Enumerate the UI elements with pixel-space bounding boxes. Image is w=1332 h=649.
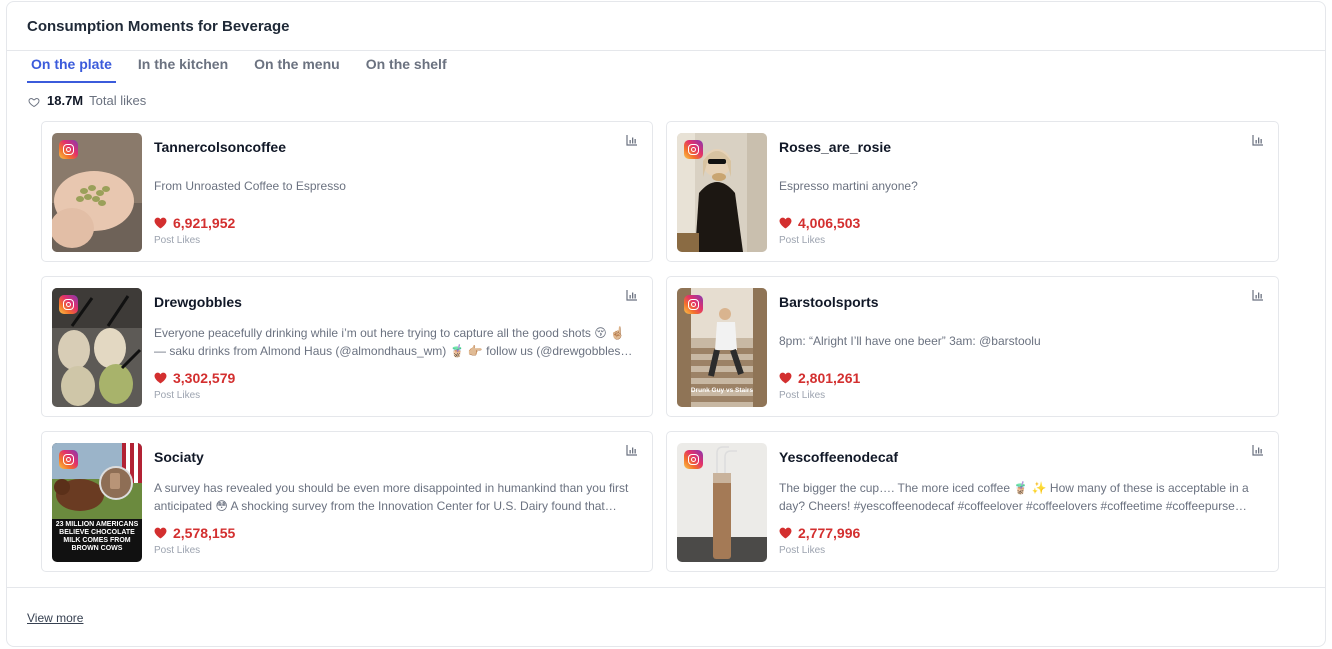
heart-outline-icon: [28, 97, 40, 107]
post-author[interactable]: Drewgobbles: [154, 294, 636, 312]
bar-chart-icon[interactable]: [626, 289, 638, 301]
post-likes-row: 2,777,996: [779, 525, 860, 541]
post-likes-count: 2,578,155: [173, 525, 236, 541]
post-description: 8pm: “Alright I’ll have one beer” 3am: @…: [779, 334, 1041, 348]
instagram-icon: [59, 140, 78, 159]
post-thumbnail[interactable]: [677, 443, 767, 562]
post-description: From Unroasted Coffee to Espresso: [154, 179, 346, 193]
heart-icon: [779, 217, 792, 229]
total-likes-value: 18.7M: [47, 92, 84, 108]
post-likes-count: 4,006,503: [798, 215, 861, 231]
post-description: A survey has revealed you should be even…: [154, 481, 629, 513]
tab-on-the-plate[interactable]: On the plate: [27, 51, 116, 83]
post-card[interactable]: Tannercolsoncoffee From Unroasted Coffee…: [41, 121, 653, 262]
posts-grid: Tannercolsoncoffee From Unroasted Coffee…: [41, 121, 1279, 572]
post-likes-row: 3,302,579: [154, 370, 235, 386]
post-card[interactable]: 23 MILLION AMERICANS BELIEVE CHOCOLATE M…: [41, 431, 653, 572]
post-likes-row: 4,006,503: [779, 215, 860, 231]
heart-icon: [154, 527, 167, 539]
tab-bar: On the plate In the kitchen On the menu …: [7, 51, 1325, 83]
post-description: Espresso martini anyone?: [779, 179, 918, 193]
post-likes-count: 6,921,952: [173, 215, 236, 231]
post-description: Everyone peacefully drinking while i’m o…: [154, 326, 626, 358]
instagram-icon: [684, 140, 703, 159]
tab-on-the-menu[interactable]: On the menu: [250, 51, 344, 83]
heart-icon: [779, 372, 792, 384]
thumbnail-caption: 23 MILLION AMERICANS BELIEVE CHOCOLATE M…: [55, 521, 139, 552]
post-description: The bigger the cup…. The more iced coffe…: [779, 481, 1249, 513]
view-more-link[interactable]: View more: [27, 611, 83, 625]
post-likes-row: 2,578,155: [154, 525, 235, 541]
bar-chart-icon[interactable]: [626, 134, 638, 146]
post-likes-row: 2,801,261: [779, 370, 860, 386]
post-likes-count: 2,801,261: [798, 370, 861, 386]
post-likes-label: Post Likes: [779, 545, 826, 556]
heart-icon: [154, 217, 167, 229]
instagram-icon: [684, 450, 703, 469]
total-likes-label: Total likes: [89, 92, 147, 108]
post-likes-label: Post Likes: [779, 390, 826, 401]
post-likes-label: Post Likes: [779, 235, 826, 246]
thumbnail-caption: Drunk Guy vs Stairs: [690, 387, 754, 394]
panel-header: Consumption Moments for Beverage: [7, 2, 1325, 51]
post-card[interactable]: Yescoffeenodecaf The bigger the cup…. Th…: [666, 431, 1279, 572]
post-likes-count: 2,777,996: [798, 525, 861, 541]
post-author[interactable]: Sociaty: [154, 449, 636, 467]
total-likes-summary: 18.7M Total likes: [7, 85, 1325, 115]
post-card[interactable]: Drewgobbles Everyone peacefully drinking…: [41, 276, 653, 417]
bar-chart-icon[interactable]: [626, 444, 638, 456]
post-card[interactable]: Roses_are_rosie Espresso martini anyone?…: [666, 121, 1279, 262]
post-thumbnail[interactable]: [52, 133, 142, 252]
post-author[interactable]: Roses_are_rosie: [779, 139, 1262, 157]
post-likes-label: Post Likes: [154, 235, 201, 246]
heart-icon: [154, 372, 167, 384]
bar-chart-icon[interactable]: [1252, 289, 1264, 301]
post-likes-label: Post Likes: [154, 545, 201, 556]
panel-title: Consumption Moments for Beverage: [27, 17, 290, 35]
post-likes-count: 3,302,579: [173, 370, 236, 386]
instagram-icon: [59, 295, 78, 314]
post-author[interactable]: Tannercolsoncoffee: [154, 139, 636, 157]
instagram-icon: [684, 295, 703, 314]
tab-in-the-kitchen[interactable]: In the kitchen: [134, 51, 232, 83]
bar-chart-icon[interactable]: [1252, 444, 1264, 456]
post-thumbnail[interactable]: [52, 288, 142, 407]
post-likes-label: Post Likes: [154, 390, 201, 401]
post-thumbnail[interactable]: Drunk Guy vs Stairs: [677, 288, 767, 407]
post-author[interactable]: Yescoffeenodecaf: [779, 449, 1262, 467]
post-author[interactable]: Barstoolsports: [779, 294, 1262, 312]
instagram-icon: [59, 450, 78, 469]
bar-chart-icon[interactable]: [1252, 134, 1264, 146]
post-likes-row: 6,921,952: [154, 215, 235, 231]
post-thumbnail[interactable]: 23 MILLION AMERICANS BELIEVE CHOCOLATE M…: [52, 443, 142, 562]
heart-icon: [779, 527, 792, 539]
panel-footer: View more: [7, 587, 1325, 648]
post-thumbnail[interactable]: [677, 133, 767, 252]
post-card[interactable]: Drunk Guy vs Stairs Barstoolsports 8pm: …: [666, 276, 1279, 417]
tab-on-the-shelf[interactable]: On the shelf: [362, 51, 451, 83]
